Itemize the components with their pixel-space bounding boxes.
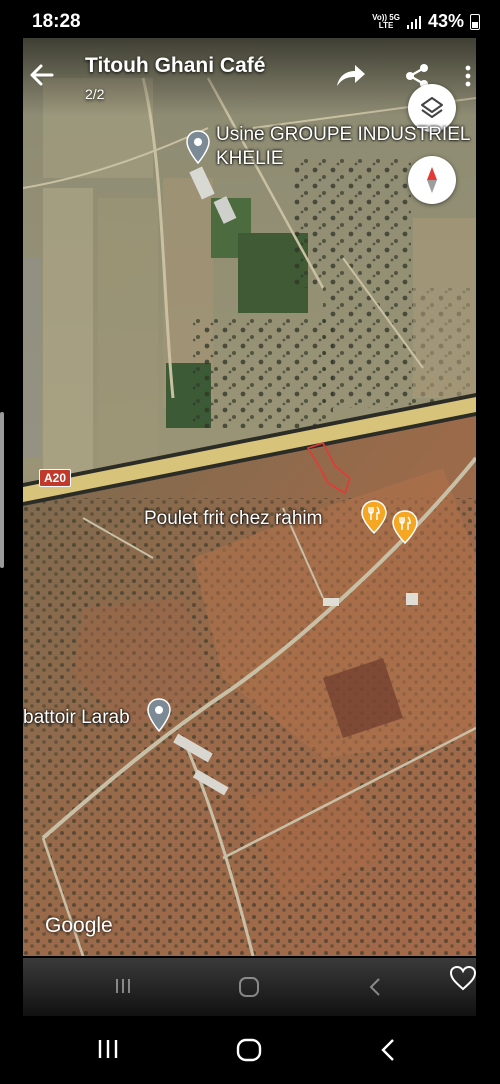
satellite-map-image[interactable]: Titouh Ghani Café 2/2 Usine GROUPE INDUS… bbox=[23, 38, 476, 956]
home-icon bbox=[239, 977, 259, 997]
share-forward-icon[interactable] bbox=[333, 60, 367, 90]
map-label-usine[interactable]: Usine GROUPE INDUSTRIEL KHELIE bbox=[216, 123, 476, 171]
place-pin-icon[interactable] bbox=[147, 698, 171, 732]
map-label-poulet-frit[interactable]: Poulet frit chez rahim bbox=[144, 508, 322, 530]
place-pin-icon[interactable] bbox=[186, 130, 210, 164]
status-bar: 18:28 Vo)) 5G LTE 43% bbox=[0, 0, 500, 42]
image-counter: 2/2 bbox=[85, 86, 105, 102]
back-icon bbox=[369, 978, 380, 996]
system-nav-bar bbox=[0, 1016, 500, 1084]
recent-apps-icon[interactable] bbox=[96, 1038, 120, 1060]
layers-icon bbox=[421, 97, 443, 118]
more-vert-icon[interactable] bbox=[463, 64, 473, 88]
road-label-a20: A20 bbox=[39, 469, 72, 487]
restaurant-pin-icon[interactable] bbox=[361, 500, 387, 534]
google-attribution: Google bbox=[45, 914, 113, 937]
arrow-left-icon[interactable] bbox=[27, 60, 57, 90]
network-indicator: Vo)) 5G LTE bbox=[372, 12, 400, 30]
back-icon[interactable] bbox=[380, 1038, 396, 1062]
screenshot-nav-bar bbox=[23, 958, 478, 1016]
map-label-abattoir[interactable]: battoir Larab bbox=[23, 707, 130, 729]
place-title: Titouh Ghani Café bbox=[85, 54, 266, 77]
edge-panel-handle[interactable] bbox=[0, 412, 4, 568]
battery-percent: 43% bbox=[427, 11, 464, 31]
signal-icon bbox=[406, 15, 421, 29]
battery-icon bbox=[470, 13, 480, 30]
heart-icon[interactable] bbox=[448, 964, 478, 992]
restaurant-pin-icon[interactable] bbox=[392, 510, 418, 544]
status-time: 18:28 bbox=[32, 11, 81, 32]
recent-apps-icon bbox=[116, 979, 130, 993]
status-icons: Vo)) 5G LTE 43% bbox=[372, 11, 480, 32]
home-icon[interactable] bbox=[236, 1038, 262, 1062]
